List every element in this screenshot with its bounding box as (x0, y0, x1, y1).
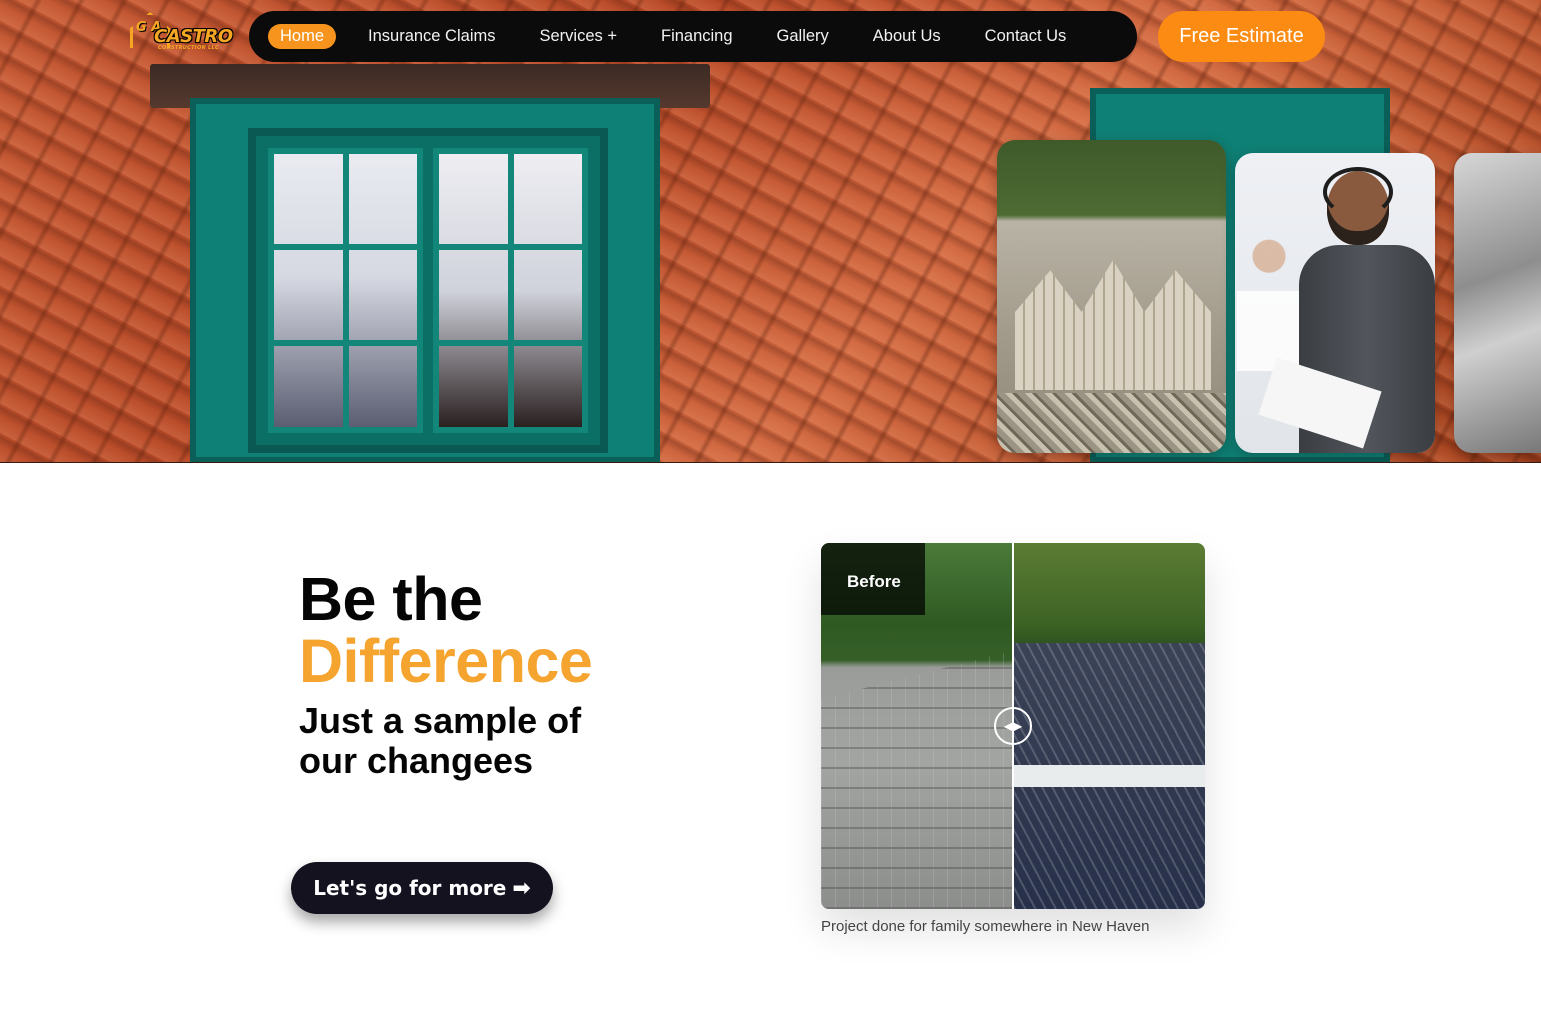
gallery-card-construction[interactable] (997, 140, 1226, 453)
drag-arrows-icon[interactable]: ◀▶ (994, 707, 1032, 745)
headset-icon (1323, 167, 1393, 217)
nav-home[interactable]: Home (268, 24, 337, 49)
nav-gallery[interactable]: Gallery (777, 27, 829, 46)
dormer-window (248, 128, 608, 453)
after-image (1014, 543, 1205, 909)
before-after-slider[interactable]: ◀▶ Before (821, 543, 1205, 909)
nav-contact-us[interactable]: Contact Us (985, 27, 1067, 46)
nav-insurance-claims[interactable]: Insurance Claims (368, 27, 495, 46)
logo-subtext: CONSTRUCTION LLC (158, 45, 219, 51)
lets-go-for-more-button[interactable]: Let's go for more ➡ (291, 862, 553, 914)
before-label: Before (821, 543, 925, 615)
project-caption: Project done for family somewhere in New… (821, 918, 1150, 935)
nav-services[interactable]: Services + (539, 27, 617, 46)
logo-text: CASTRO (154, 26, 233, 47)
old-roof-tiles (821, 653, 1013, 909)
gallery-card-support-agent[interactable] (1235, 153, 1435, 453)
hero-banner (0, 0, 1541, 463)
rubble-illustration (997, 393, 1226, 453)
window-pane-right (433, 148, 588, 433)
nav-about-us[interactable]: About Us (873, 27, 941, 46)
free-estimate-button[interactable]: Free Estimate (1158, 11, 1325, 62)
coworker-figure (1237, 231, 1301, 371)
house-illustration (1015, 260, 1211, 390)
subheadline: Just a sample of our changees (299, 700, 582, 781)
nav-financing[interactable]: Financing (661, 27, 733, 46)
main-navigation: Home Insurance Claims Services + Financi… (249, 11, 1137, 62)
headline-line-2: Difference (299, 627, 593, 695)
headline-line-1: Be the (299, 565, 483, 633)
window-pane-left (268, 148, 423, 433)
brand-logo[interactable]: G A CASTRO CONSTRUCTION LLC (130, 12, 233, 52)
gallery-card-roofing[interactable] (1454, 153, 1541, 453)
cta-label: Let's go for more (313, 876, 507, 900)
arrow-right-icon: ➡ (512, 875, 531, 901)
roof-gutter (1014, 765, 1205, 787)
